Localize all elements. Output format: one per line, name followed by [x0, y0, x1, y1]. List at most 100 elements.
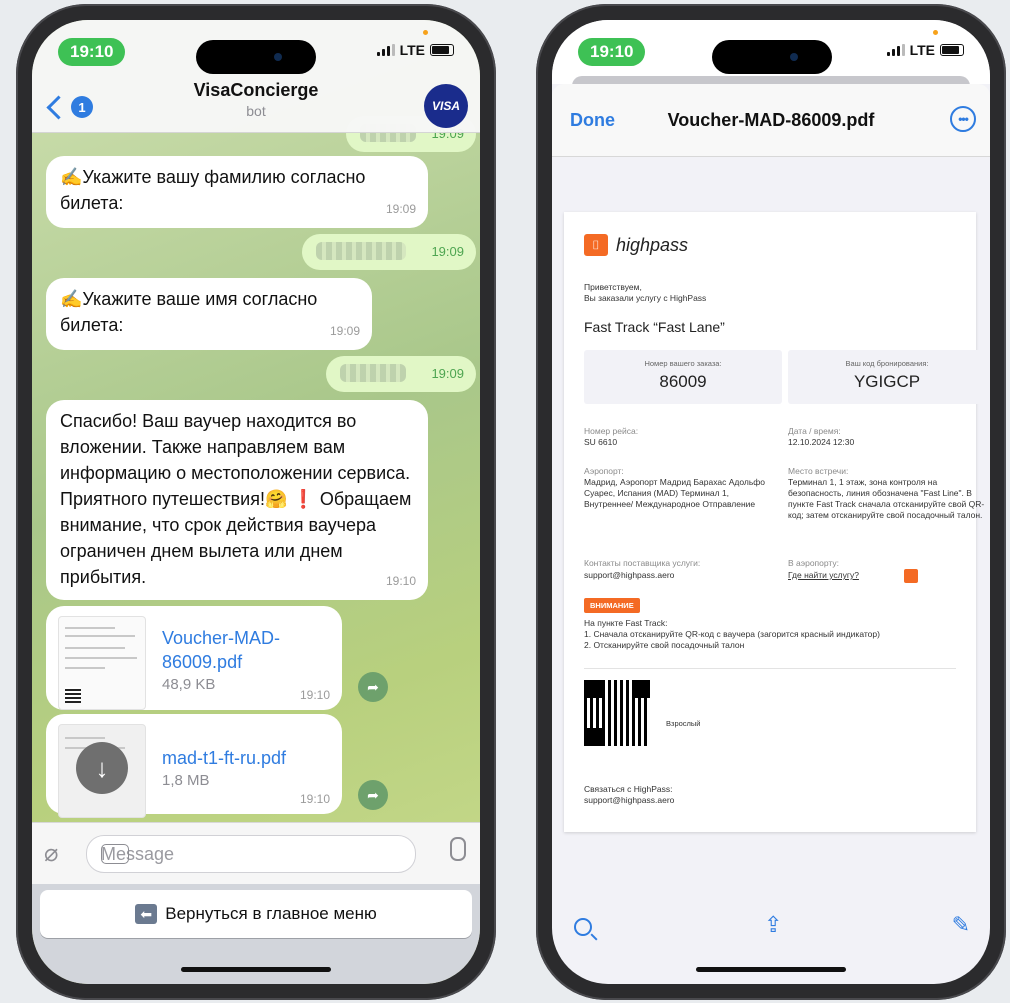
- message-text: ✍️Укажите вашу фамилию согласно билета:: [60, 167, 366, 213]
- flight-value: SU 6610: [584, 437, 618, 447]
- pdf-navbar: Done Voucher-MAD-86009.pdf •••: [552, 84, 990, 157]
- microphone-icon[interactable]: [450, 837, 466, 861]
- message-time: 19:09: [385, 202, 416, 216]
- message-time: 19:10: [385, 574, 416, 588]
- avatar[interactable]: VISA: [424, 84, 468, 128]
- file-size: 48,9 KB: [162, 676, 216, 693]
- warning-badge: ВНИМАНИЕ: [584, 598, 640, 613]
- redacted-text: [340, 364, 406, 382]
- document-title: Voucher-MAD-86009.pdf: [667, 110, 875, 130]
- phone-left: 19:10 LTE 1 VisaConcierge bot VISA 19:09…: [16, 4, 496, 1000]
- status-indicators: LTE: [376, 42, 454, 58]
- in-airport-label: В аэропорту:: [788, 558, 840, 568]
- contact-footer: Связаться с HighPass:: [584, 784, 673, 794]
- status-time: 19:10: [58, 38, 126, 66]
- pdf-page: ⌷ highpass Приветствуем, Вы заказали усл…: [564, 212, 986, 832]
- main-menu-label: Вернуться в главное меню: [165, 904, 377, 923]
- home-indicator[interactable]: [696, 967, 846, 972]
- message-text: ✍️Укажите ваше имя согласно билета:: [60, 289, 318, 335]
- order-number-box: Номер вашего заказа: 86009: [584, 350, 782, 404]
- status-indicators: LTE: [886, 42, 964, 58]
- file-size: 1,8 MB: [162, 772, 210, 789]
- passenger-type: Взрослый: [666, 719, 701, 728]
- greeting: Приветствуем,: [584, 282, 642, 292]
- dynamic-island: [196, 40, 316, 74]
- booking-value: YGIGCP: [853, 372, 921, 391]
- meeting-label: Место встречи:: [788, 466, 849, 476]
- status-time: 19:10: [578, 38, 646, 66]
- meeting-value: Терминал 1, 1 этаж, зона контроля на без…: [788, 477, 985, 520]
- composer: ⌀ Message: [32, 822, 480, 885]
- order-label: Номер вашего заказа:: [644, 359, 722, 368]
- message-time: 19:10: [299, 688, 330, 702]
- booking-code-box: Ваш код бронирования: YGIGCP: [788, 350, 986, 404]
- service-title: Fast Track “Fast Lane”: [584, 319, 725, 335]
- date-label: Дата / время:: [788, 426, 841, 436]
- more-icon[interactable]: •••: [950, 106, 976, 132]
- airport-value: Мадрид, Аэропорт Мадрид Барахас Адольфо …: [584, 477, 765, 509]
- date-value: 12.10.2024 12:30: [788, 437, 855, 447]
- share-icon[interactable]: ⇪: [764, 912, 782, 938]
- greeting-line2: Вы заказали услугу с HighPass: [584, 293, 707, 303]
- share-icon[interactable]: ➦: [358, 672, 388, 702]
- where-to-find-link[interactable]: Где найти услугу?: [788, 570, 859, 581]
- flight-label: Номер рейса:: [584, 426, 639, 436]
- dynamic-island: [712, 40, 832, 74]
- message-text: Спасибо! Ваш ваучер находится во вложени…: [60, 411, 412, 587]
- file-attachment[interactable]: Voucher-MAD-86009.pdf 48,9 KB 19:10: [46, 606, 342, 710]
- file-attachment[interactable]: ↓ mad-t1-ft-ru.pdf 1,8 MB 19:10: [46, 714, 342, 818]
- outgoing-message[interactable]: 19:09: [326, 356, 476, 392]
- download-icon[interactable]: ↓: [76, 742, 128, 794]
- qr-code: [584, 680, 650, 746]
- message-time: 19:09: [329, 324, 360, 338]
- home-indicator[interactable]: [181, 967, 331, 972]
- back-arrow-icon: ⬅: [135, 904, 158, 924]
- recording-dot: [423, 30, 428, 35]
- message-time: 19:09: [431, 366, 464, 381]
- contacts-label: Контакты поставщика услуги:: [584, 558, 701, 568]
- highpass-logo-icon: ⌷: [584, 234, 608, 256]
- pdf-thumbnail: [58, 616, 146, 710]
- file-name[interactable]: Voucher-MAD-86009.pdf: [162, 626, 322, 674]
- chat-subtitle: bot: [246, 103, 266, 119]
- chat-title[interactable]: VisaConcierge: [32, 80, 480, 101]
- order-value: 86009: [659, 372, 707, 391]
- airport-label: Аэропорт:: [584, 466, 624, 476]
- message-time: 19:09: [431, 244, 464, 259]
- pdf-screen: 19:10 LTE Done Voucher-MAD-86009.pdf •••…: [552, 20, 990, 984]
- recording-dot: [933, 30, 938, 35]
- battery-icon: [430, 44, 454, 56]
- map-pin-icon: [904, 569, 918, 583]
- incoming-message[interactable]: ✍️Укажите ваше имя согласно билета: 19:0…: [46, 278, 372, 350]
- incoming-message[interactable]: Спасибо! Ваш ваучер находится во вложени…: [46, 400, 428, 600]
- main-menu-button[interactable]: ⬅ Вернуться в главное меню: [40, 890, 472, 938]
- brand-name: highpass: [616, 234, 689, 255]
- telegram-screen: 19:10 LTE 1 VisaConcierge bot VISA 19:09…: [32, 20, 480, 984]
- network-label: LTE: [909, 42, 935, 58]
- markup-icon[interactable]: ✎: [952, 912, 970, 938]
- instructions-title: На пункте Fast Track:: [584, 618, 668, 628]
- attach-icon[interactable]: ⌀: [44, 839, 58, 868]
- instruction-1: 1. Сначала отсканируйте QR-код с ваучера…: [584, 629, 880, 639]
- keyboard-icon[interactable]: [101, 844, 129, 864]
- outgoing-message[interactable]: 19:09: [302, 234, 476, 270]
- search-icon[interactable]: [574, 918, 592, 936]
- incoming-message[interactable]: ✍️Укажите вашу фамилию согласно билета: …: [46, 156, 428, 228]
- file-name[interactable]: mad-t1-ft-ru.pdf: [162, 746, 322, 770]
- highpass-logo: ⌷ highpass: [584, 234, 688, 256]
- booking-label: Ваш код бронирования:: [845, 359, 929, 368]
- message-input[interactable]: Message: [86, 835, 416, 873]
- signal-icon: [886, 44, 905, 56]
- divider: [584, 668, 956, 669]
- message-time: 19:10: [299, 792, 330, 806]
- network-label: LTE: [399, 42, 425, 58]
- share-icon[interactable]: ➦: [358, 780, 388, 810]
- chat-header: 1 VisaConcierge bot VISA: [32, 20, 480, 133]
- contact-footer-email[interactable]: support@highpass.aero: [584, 795, 674, 806]
- battery-icon: [940, 44, 964, 56]
- instruction-2: 2. Отсканируйте свой посадочный талон: [584, 640, 745, 650]
- signal-icon: [376, 44, 395, 56]
- contacts-value[interactable]: support@highpass.aero: [584, 570, 674, 581]
- redacted-text: [316, 242, 406, 260]
- phone-right: 19:10 LTE Done Voucher-MAD-86009.pdf •••…: [536, 4, 1006, 1000]
